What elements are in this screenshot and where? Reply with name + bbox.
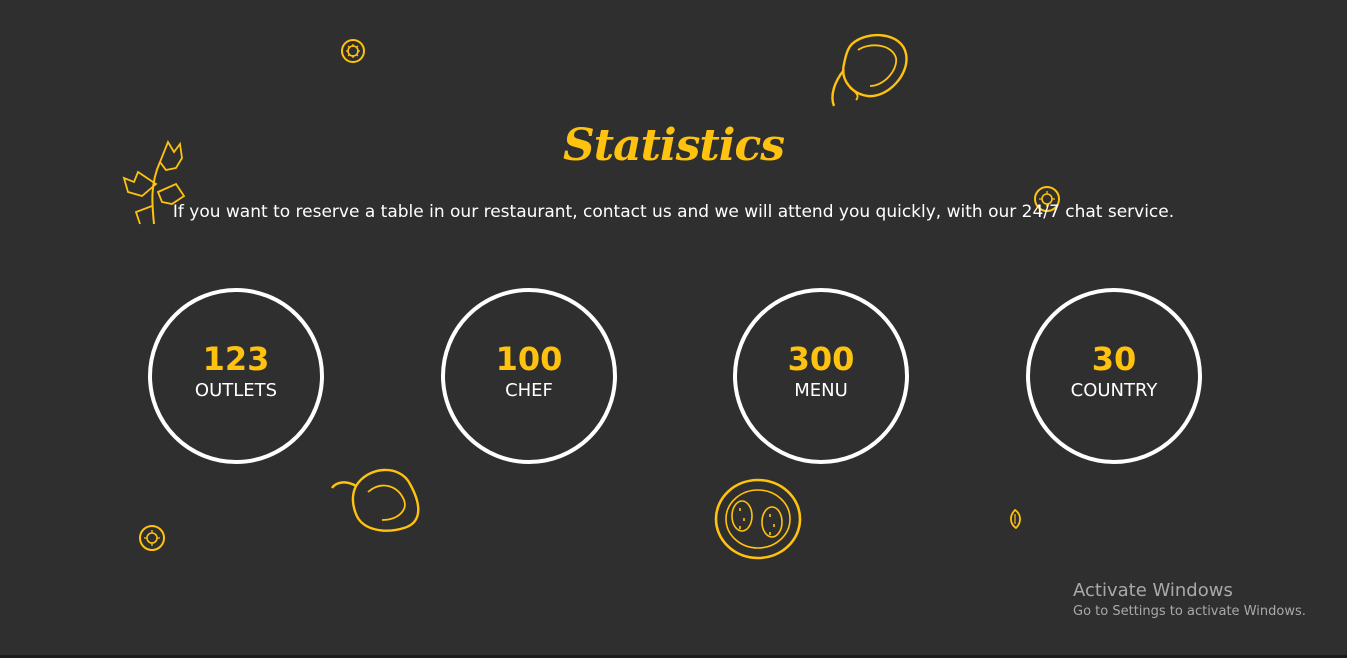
stat-label: OUTLETS: [194, 379, 278, 401]
stat-outlets: 123 OUTLETS: [148, 288, 324, 464]
stat-value: 123: [202, 339, 270, 378]
watermark-title: Activate Windows: [1073, 580, 1233, 601]
stat-value: 100: [495, 339, 563, 378]
statistics-section: Statistics If you want to reserve a tabl…: [0, 0, 1347, 658]
stat-menu: 300 MENU: [733, 288, 909, 464]
lemon-slice-icon: [139, 525, 165, 551]
section-title: Statistics: [562, 120, 785, 171]
section-subtitle: If you want to reserve a table in our re…: [172, 202, 1175, 222]
activate-windows-watermark: Activate Windows Go to Settings to activ…: [1073, 580, 1306, 621]
lemon-slice-icon: [341, 39, 365, 63]
stat-value: 300: [787, 339, 855, 378]
stat-chef: 100 CHEF: [441, 288, 617, 464]
stat-label: CHEF: [505, 379, 553, 401]
stat-label: COUNTRY: [1070, 379, 1158, 401]
pepper-icon: [831, 33, 908, 107]
stat-value: 30: [1091, 339, 1137, 378]
seed-icon: [1010, 508, 1021, 530]
tomato-slice-icon: [714, 478, 802, 560]
stat-label: MENU: [794, 379, 848, 401]
pepper-icon: [331, 468, 420, 532]
stat-country: 30 COUNTRY: [1026, 288, 1202, 464]
watermark-subtitle: Go to Settings to activate Windows.: [1073, 603, 1306, 619]
